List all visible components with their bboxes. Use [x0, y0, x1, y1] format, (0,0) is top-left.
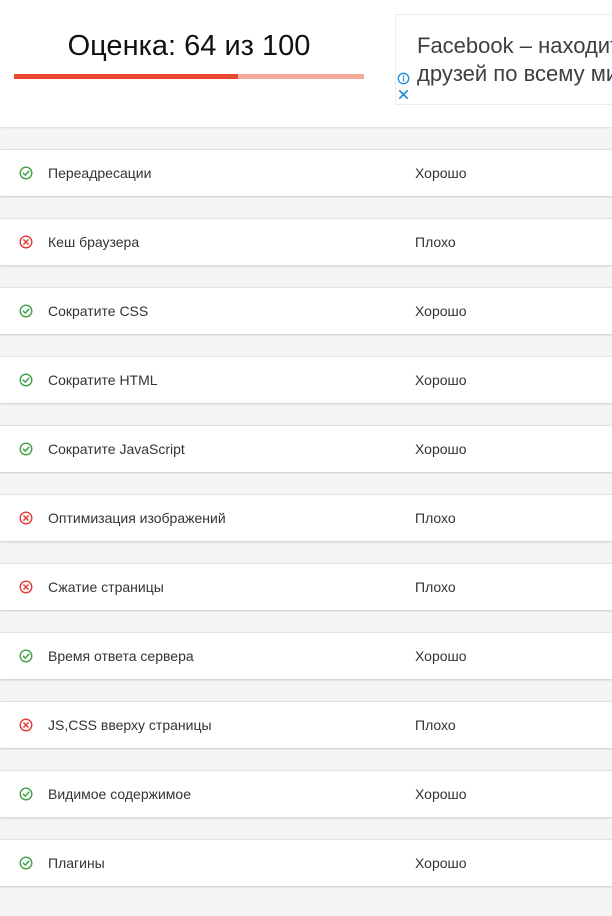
x-circle-icon [19, 580, 33, 594]
check-circle-icon [19, 442, 33, 456]
check-row: Сжатие страницы Плохо [0, 563, 612, 610]
score-progress-fill [14, 74, 238, 79]
check-row: Оптимизация изображений Плохо [0, 494, 612, 541]
check-row: Время ответа сервера Хорошо [0, 632, 612, 679]
check-circle-icon [19, 649, 33, 663]
check-circle-icon [19, 856, 33, 870]
check-name: Сократите CSS [48, 303, 149, 319]
check-name: Сократите JavaScript [48, 441, 185, 457]
x-circle-icon [19, 235, 33, 249]
check-circle-icon [19, 166, 33, 180]
check-status: Хорошо [415, 441, 467, 457]
check-row: Плагины Хорошо [0, 839, 612, 886]
check-name: Кеш браузера [48, 234, 140, 250]
check-circle-icon [19, 304, 33, 318]
check-name: Сократите HTML [48, 372, 158, 388]
check-circle-icon [19, 373, 33, 387]
check-status: Хорошо [415, 165, 467, 181]
check-row: Сократите JavaScript Хорошо [0, 425, 612, 472]
check-name: Плагины [48, 855, 105, 871]
check-row: Сократите CSS Хорошо [0, 287, 612, 334]
check-status: Плохо [415, 579, 456, 595]
check-row: Кеш браузера Плохо [0, 218, 612, 265]
ad-banner[interactable]: Facebook – находите друзей по всему миру [395, 14, 612, 105]
check-status: Хорошо [415, 786, 467, 802]
x-circle-icon [19, 718, 33, 732]
check-status: Хорошо [415, 855, 467, 871]
check-row: JS,CSS вверху страницы Плохо [0, 701, 612, 748]
check-status: Плохо [415, 510, 456, 526]
check-name: Сжатие страницы [48, 579, 164, 595]
check-row: Сократите HTML Хорошо [0, 356, 612, 403]
check-name: Видимое содержимое [48, 786, 191, 802]
info-icon[interactable] [397, 72, 410, 85]
check-name: JS,CSS вверху страницы [48, 717, 212, 733]
x-circle-icon [19, 511, 33, 525]
check-status: Хорошо [415, 303, 467, 319]
check-name: Переадресации [48, 165, 152, 181]
check-status: Плохо [415, 717, 456, 733]
check-status: Хорошо [415, 648, 467, 664]
score-header: Оценка: 64 из 100 Facebook – находите др… [0, 0, 612, 127]
ad-text[interactable]: Facebook – находите друзей по всему миру [417, 32, 612, 88]
score-title: Оценка: 64 из 100 [67, 30, 311, 62]
score-progress-bar [14, 74, 364, 79]
check-status: Хорошо [415, 372, 467, 388]
check-name: Оптимизация изображений [48, 510, 226, 526]
check-row: Видимое содержимое Хорошо [0, 770, 612, 817]
check-status: Плохо [415, 234, 456, 250]
close-icon[interactable] [397, 88, 410, 101]
check-circle-icon [19, 787, 33, 801]
check-name: Время ответа сервера [48, 648, 194, 664]
check-row: Переадресации Хорошо [0, 149, 612, 196]
